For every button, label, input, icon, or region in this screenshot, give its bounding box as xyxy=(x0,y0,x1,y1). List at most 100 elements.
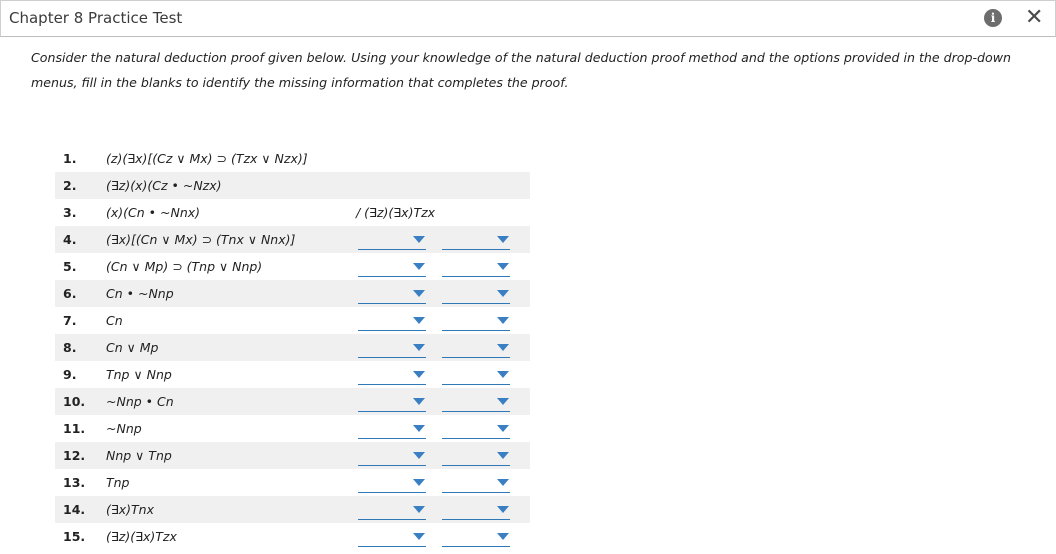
caret-down-icon xyxy=(413,425,425,432)
justification-rule-dropdown[interactable] xyxy=(442,342,510,358)
proof-line: 8. Cn ∨ Mp xyxy=(0,334,1056,361)
caret-down-icon xyxy=(413,533,425,540)
proof-line: 6. Cn • ~Nnp xyxy=(0,280,1056,307)
caret-down-icon xyxy=(413,371,425,378)
close-icon[interactable]: ✕ xyxy=(1025,5,1043,30)
caret-down-icon xyxy=(497,533,509,540)
line-number: 12. xyxy=(63,448,86,463)
line-number: 15. xyxy=(63,529,86,544)
line-formula: (∃x)Tnx xyxy=(106,502,155,517)
proof-line: 1. (z)(∃x)[(Cz ∨ Mx) ⊃ (Tzx ∨ Nzx)] xyxy=(0,145,1056,172)
caret-down-icon xyxy=(413,452,425,459)
line-number: 6. xyxy=(63,286,77,301)
line-formula: ~Nnp xyxy=(106,421,142,436)
caret-down-icon xyxy=(413,290,425,297)
caret-down-icon xyxy=(497,425,509,432)
line-number: 11. xyxy=(63,421,86,436)
justification-lines-dropdown[interactable] xyxy=(358,234,426,250)
justification-rule-dropdown[interactable] xyxy=(442,369,510,385)
line-number: 9. xyxy=(63,367,77,382)
line-formula: Cn ∨ Mp xyxy=(106,340,159,355)
justification-rule-dropdown[interactable] xyxy=(442,396,510,412)
justification-lines-dropdown[interactable] xyxy=(358,504,426,520)
justification-lines-dropdown[interactable] xyxy=(358,342,426,358)
line-formula: Tnp ∨ Nnp xyxy=(106,367,172,382)
instructions-text: Consider the natural deduction proof giv… xyxy=(31,50,1012,90)
caret-down-icon xyxy=(497,371,509,378)
line-number: 4. xyxy=(63,232,77,247)
proof-line: 9. Tnp ∨ Nnp xyxy=(0,361,1056,388)
line-formula: (x)(Cn • ~Nnx) xyxy=(106,205,201,220)
justification-lines-dropdown[interactable] xyxy=(358,315,426,331)
caret-down-icon xyxy=(497,290,509,297)
proof-line: 11. ~Nnp xyxy=(0,415,1056,442)
line-number: 13. xyxy=(63,475,86,490)
justification-lines-dropdown[interactable] xyxy=(358,450,426,466)
caret-down-icon xyxy=(497,479,509,486)
line-formula: (z)(∃x)[(Cz ∨ Mx) ⊃ (Tzx ∨ Nzx)] xyxy=(106,151,308,166)
line-formula: (∃x)[(Cn ∨ Mx) ⊃ (Tnx ∨ Nnx)] xyxy=(106,232,296,247)
proof-table: 1. (z)(∃x)[(Cz ∨ Mx) ⊃ (Tzx ∨ Nzx)] 2. (∃z)… xyxy=(0,145,1056,550)
caret-down-icon xyxy=(497,398,509,405)
proof-line: 10. ~Nnp • Cn xyxy=(0,388,1056,415)
caret-down-icon xyxy=(413,506,425,513)
justification-lines-dropdown[interactable] xyxy=(358,531,426,547)
caret-down-icon xyxy=(497,317,509,324)
line-formula: (∃z)(x)(Cz • ~Nzx) xyxy=(106,178,222,193)
proof-line: 2. (∃z)(x)(Cz • ~Nzx) xyxy=(0,172,1056,199)
line-number: 14. xyxy=(63,502,86,517)
caret-down-icon xyxy=(497,236,509,243)
caret-down-icon xyxy=(413,263,425,270)
justification-lines-dropdown[interactable] xyxy=(358,396,426,412)
caret-down-icon xyxy=(497,263,509,270)
justification-rule-dropdown[interactable] xyxy=(442,477,510,493)
conclusion-label: / (∃z)(∃x)Tzx xyxy=(356,205,436,220)
page-title: Chapter 8 Practice Test xyxy=(9,9,183,27)
justification-rule-dropdown[interactable] xyxy=(442,261,510,277)
justification-lines-dropdown[interactable] xyxy=(358,288,426,304)
line-number: 3. xyxy=(63,205,77,220)
line-formula: (Cn ∨ Mp) ⊃ (Tnp ∨ Nnp) xyxy=(106,259,263,274)
caret-down-icon xyxy=(413,344,425,351)
justification-lines-dropdown[interactable] xyxy=(358,369,426,385)
justification-rule-dropdown[interactable] xyxy=(442,315,510,331)
justification-lines-dropdown[interactable] xyxy=(358,477,426,493)
justification-rule-dropdown[interactable] xyxy=(442,288,510,304)
justification-lines-dropdown[interactable] xyxy=(358,261,426,277)
justification-rule-dropdown[interactable] xyxy=(442,504,510,520)
justification-rule-dropdown[interactable] xyxy=(442,234,510,250)
justification-rule-dropdown[interactable] xyxy=(442,531,510,547)
line-number: 5. xyxy=(63,259,77,274)
proof-line: 12. Nnp ∨ Tnp xyxy=(0,442,1056,469)
line-formula: ~Nnp • Cn xyxy=(106,394,174,409)
justification-rule-dropdown[interactable] xyxy=(442,450,510,466)
proof-line: 14. (∃x)Tnx xyxy=(0,496,1056,523)
justification-lines-dropdown[interactable] xyxy=(358,423,426,439)
proof-line: 13. Tnp xyxy=(0,469,1056,496)
info-icon[interactable]: i xyxy=(984,9,1002,27)
line-number: 8. xyxy=(63,340,77,355)
proof-line: 15. (∃z)(∃x)Tzx xyxy=(0,523,1056,550)
line-number: 2. xyxy=(63,178,77,193)
line-formula: (∃z)(∃x)Tzx xyxy=(106,529,177,544)
proof-line: 5. (Cn ∨ Mp) ⊃ (Tnp ∨ Nnp) xyxy=(0,253,1056,280)
caret-down-icon xyxy=(497,344,509,351)
caret-down-icon xyxy=(413,479,425,486)
title-bar: Chapter 8 Practice Test i ✕ xyxy=(0,0,1056,37)
line-formula: Cn xyxy=(106,313,123,328)
proof-line: 7. Cn xyxy=(0,307,1056,334)
line-number: 10. xyxy=(63,394,86,409)
line-formula: Nnp ∨ Tnp xyxy=(106,448,172,463)
line-number: 7. xyxy=(63,313,77,328)
caret-down-icon xyxy=(413,398,425,405)
justification-rule-dropdown[interactable] xyxy=(442,423,510,439)
line-number: 1. xyxy=(63,151,77,166)
proof-line: 3. (x)(Cn • ~Nnx) / (∃z)(∃x)Tzx xyxy=(0,199,1056,226)
caret-down-icon xyxy=(413,317,425,324)
line-formula: Tnp xyxy=(106,475,130,490)
caret-down-icon xyxy=(497,452,509,459)
caret-down-icon xyxy=(413,236,425,243)
proof-line: 4. (∃x)[(Cn ∨ Mx) ⊃ (Tnx ∨ Nnx)] xyxy=(0,226,1056,253)
line-formula: Cn • ~Nnp xyxy=(106,286,174,301)
caret-down-icon xyxy=(497,506,509,513)
